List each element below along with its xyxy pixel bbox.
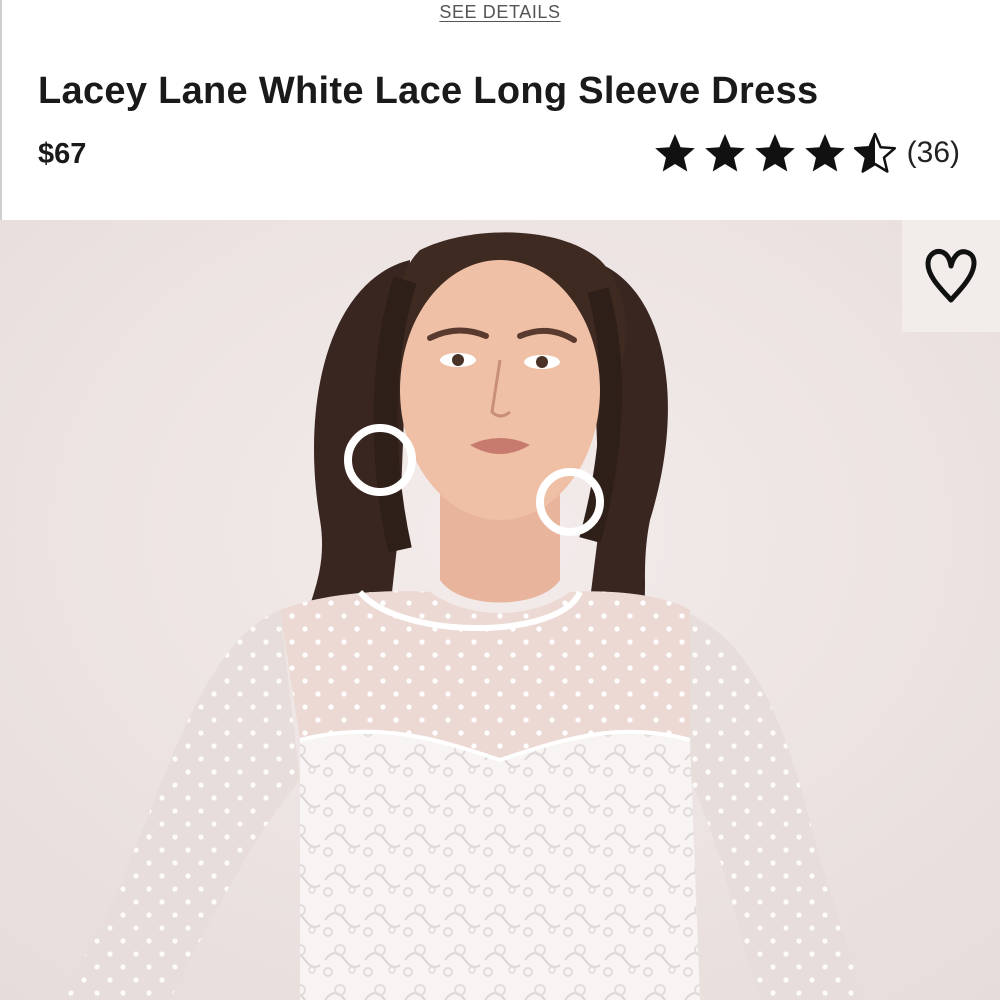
star-icon [804, 134, 845, 172]
model-image [0, 220, 1000, 1000]
product-price: $67 [38, 138, 87, 170]
star-icon [754, 134, 795, 172]
star-rating [653, 131, 897, 175]
star-icon [704, 134, 745, 172]
star-icon [654, 134, 695, 172]
left-edge [0, 0, 2, 220]
heart-icon [925, 249, 977, 303]
see-details-link[interactable]: SEE DETAILS [439, 2, 560, 22]
favorite-button[interactable] [902, 220, 1000, 332]
product-photo [0, 220, 1000, 1000]
review-count[interactable]: (36) [907, 136, 960, 170]
half-star-icon [853, 132, 896, 173]
product-rating[interactable]: (36) [653, 130, 960, 176]
product-title: Lacey Lane White Lace Long Sleeve Dress [38, 70, 819, 112]
see-details-bar: SEE DETAILS [0, 0, 1000, 24]
